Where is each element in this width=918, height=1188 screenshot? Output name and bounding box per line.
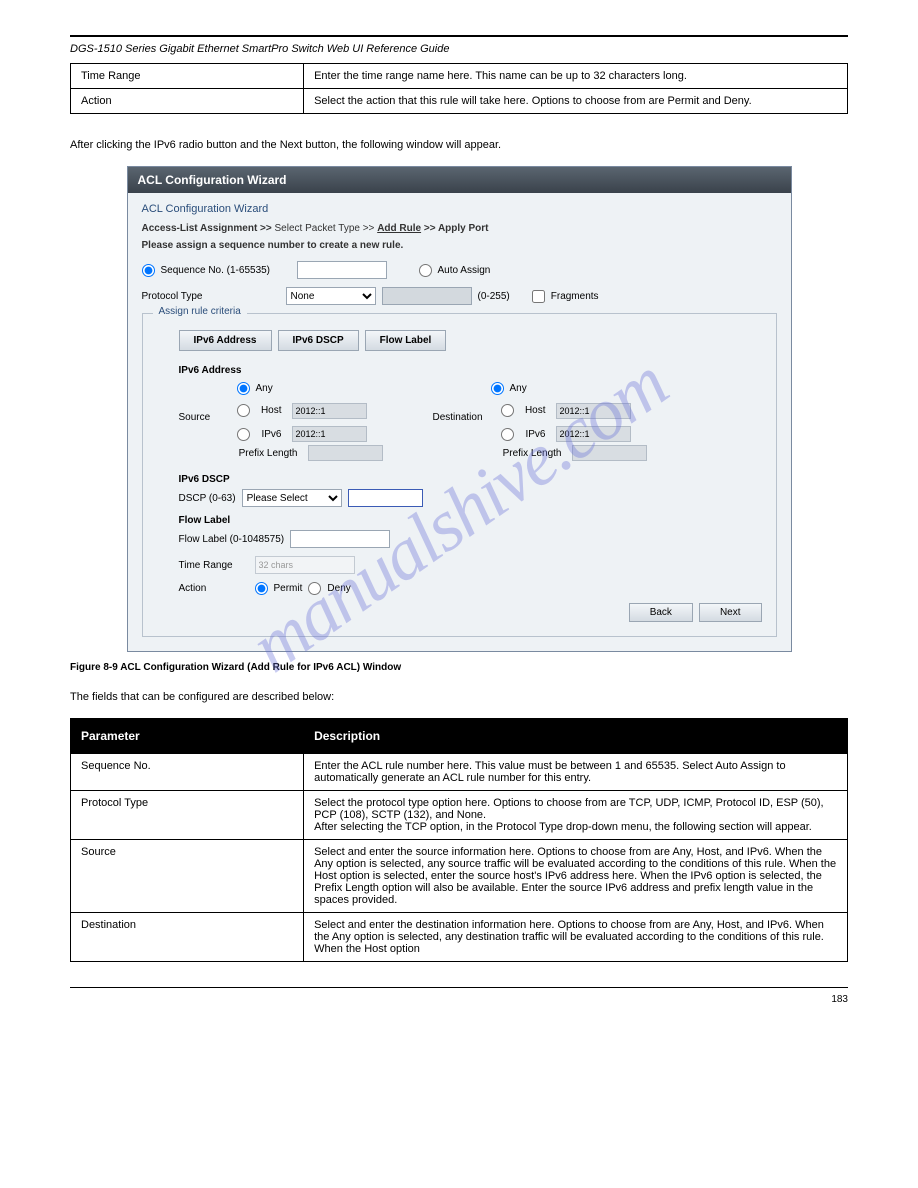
deny-radio[interactable] [308,582,321,595]
tab-flow-label[interactable]: Flow Label [365,330,447,351]
table-row: Action Select the action that this rule … [71,89,848,114]
dst-ipv6-label: IPv6 [520,429,550,440]
crumb-c: Add Rule [377,223,421,234]
header-title: DGS-1510 Series Gigabit Ethernet SmartPr… [70,43,848,55]
param-cell: Action [71,89,304,114]
th-desc: Description [304,719,848,754]
src-any-radio[interactable] [237,382,250,395]
src-host-label: Host [256,405,286,416]
dscp-label: DSCP (0-63) [179,493,236,504]
protocol-label: Protocol Type [142,291,280,302]
dst-host-input[interactable] [556,403,631,419]
param-cell: Sequence No. [71,754,304,791]
dst-prefix-label: Prefix Length [501,448,566,459]
desc-cell: Select the protocol type option here. Op… [304,791,848,840]
dscp-select[interactable]: Please Select [242,489,342,507]
param-table-main: Parameter Description Sequence No. Enter… [70,718,848,962]
crumb-a: Access-List Assignment >> [142,223,272,234]
fragments-checkbox[interactable] [532,290,545,303]
sequence-radio[interactable] [142,264,155,277]
table-row: Source Select and enter the source infor… [71,840,848,913]
time-range-input[interactable] [255,556,355,574]
table-row: Protocol Type Select the protocol type o… [71,791,848,840]
src-prefix-input[interactable] [308,445,383,461]
dst-ipv6-radio[interactable] [501,428,514,441]
flow-label-input[interactable] [290,530,390,548]
sequence-input[interactable] [297,261,387,279]
src-host-radio[interactable] [237,404,250,417]
dst-host-radio[interactable] [501,404,514,417]
destination-label: Destination [433,398,495,423]
tab-ipv6-address[interactable]: IPv6 Address [179,330,272,351]
tab-ipv6-dscp[interactable]: IPv6 DSCP [278,330,359,351]
destination-column: Any Destination Host IPv6 Prefix Length [433,382,647,464]
ipv6-address-heading: IPv6 Address [179,365,762,376]
deny-label: Deny [327,583,350,594]
src-ipv6-input[interactable] [292,426,367,442]
crumb-d: >> Apply Port [424,223,489,234]
breadcrumb: Access-List Assignment >> Select Packet … [142,223,777,234]
action-label: Action [179,583,249,594]
desc-cell: Enter the ACL rule number here. This val… [304,754,848,791]
fragments-label: Fragments [551,291,599,302]
desc-cell: Select the action that this rule will ta… [304,89,848,114]
page-number: 183 [831,994,848,1005]
dst-ipv6-input[interactable] [556,426,631,442]
src-any-label: Any [256,383,273,394]
param-cell: Time Range [71,64,304,89]
dscp-heading: IPv6 DSCP [179,474,762,485]
figure-caption: Figure 8-9 ACL Configuration Wizard (Add… [70,662,848,673]
fieldset-legend: Assign rule criteria [153,306,247,317]
next-button[interactable]: Next [699,603,762,622]
src-host-input[interactable] [292,403,367,419]
protocol-id-input[interactable] [382,287,472,305]
back-button[interactable]: Back [629,603,693,622]
src-ipv6-radio[interactable] [237,428,250,441]
auto-assign-radio[interactable] [419,264,432,277]
table-row: Sequence No. Enter the ACL rule number h… [71,754,848,791]
desc-cell: Enter the time range name here. This nam… [304,64,848,89]
source-label: Source [179,398,231,423]
desc-cell: Select and enter the source information … [304,840,848,913]
param-cell: Destination [71,913,304,962]
param-cell: Source [71,840,304,913]
src-ipv6-label: IPv6 [256,429,286,440]
dst-host-label: Host [520,405,550,416]
protocol-select[interactable]: None [286,287,376,305]
intro-text: After clicking the IPv6 radio button and… [70,139,848,151]
crumb-b: Select Packet Type >> [275,223,375,234]
flow-label-label: Flow Label (0-1048575) [179,534,285,545]
src-prefix-label: Prefix Length [237,448,302,459]
time-range-label: Time Range [179,560,249,571]
wizard-section: ACL Configuration Wizard [142,203,777,215]
page-footer: 183 [70,987,848,1005]
table-row: Time Range Enter the time range name her… [71,64,848,89]
table-row: Destination Select and enter the destina… [71,913,848,962]
permit-label: Permit [274,583,303,594]
flow-heading: Flow Label [179,515,762,526]
fields-intro: The fields that can be configured are de… [70,691,848,703]
param-cell: Protocol Type [71,791,304,840]
acl-wizard: ACL Configuration Wizard ACL Configurati… [127,166,792,652]
instruction-text: Please assign a sequence number to creat… [142,240,777,251]
dscp-input[interactable] [348,489,423,507]
protocol-range: (0-255) [478,291,510,302]
source-column: Any Source Host IPv6 Prefix Length [179,382,383,464]
permit-radio[interactable] [255,582,268,595]
wizard-title: ACL Configuration Wizard [128,167,791,193]
param-table-top: Time Range Enter the time range name her… [70,63,848,114]
auto-assign-label: Auto Assign [438,265,491,276]
th-param: Parameter [71,719,304,754]
sequence-label: Sequence No. (1-65535) [161,265,291,276]
desc-cell: Select and enter the destination informa… [304,913,848,962]
rule-criteria-fieldset: Assign rule criteria IPv6 Address IPv6 D… [142,313,777,637]
dst-any-label: Any [510,383,527,394]
page-header: DGS-1510 Series Gigabit Ethernet SmartPr… [70,35,848,55]
dst-prefix-input[interactable] [572,445,647,461]
dst-any-radio[interactable] [491,382,504,395]
